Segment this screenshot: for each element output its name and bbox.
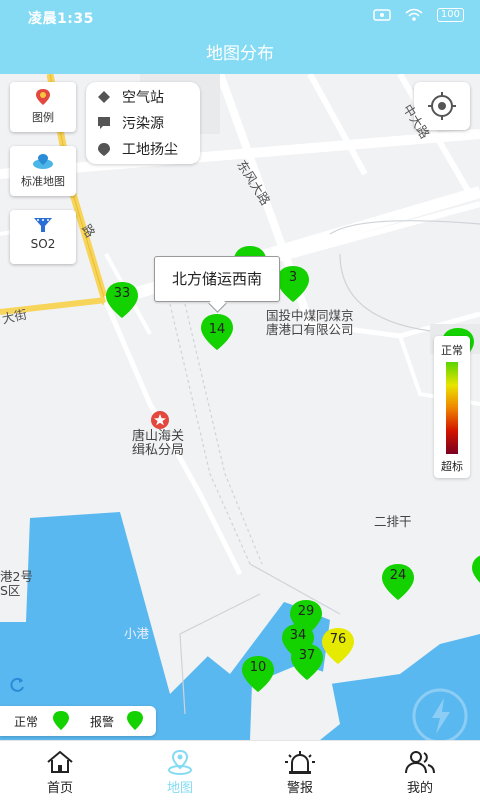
- speech-bubble-icon: [98, 117, 110, 129]
- bottom-tab-bar: 首页 地图 警报 我的: [0, 740, 480, 801]
- place-label: 二排干: [374, 514, 412, 529]
- legend-toggle-button[interactable]: 图例: [10, 82, 76, 132]
- scale-gradient: [446, 362, 458, 454]
- map-pin-icon: [168, 749, 192, 775]
- refresh-icon[interactable]: [8, 676, 26, 698]
- alarm-label: 报警: [90, 715, 115, 729]
- tab-label: 我的: [406, 781, 433, 796]
- wifi-icon: [405, 8, 423, 21]
- tab-label: 地图: [166, 781, 193, 796]
- page-title: 地图分布: [0, 34, 480, 74]
- station-marker[interactable]: [470, 552, 480, 592]
- station-marker[interactable]: 3: [275, 264, 311, 304]
- tab-label: 警报: [286, 781, 313, 796]
- home-icon: [47, 750, 73, 773]
- scale-top-label: 正常: [441, 344, 463, 357]
- map-layer-icon: [33, 154, 53, 169]
- status-icons: 100: [373, 8, 464, 22]
- aqi-scale: 正常 超标: [434, 336, 470, 478]
- tab-label: 首页: [46, 781, 73, 796]
- status-bar: 凌晨1:35 100: [0, 0, 480, 34]
- users-icon: [405, 751, 435, 774]
- pollutant-label: SO2: [30, 237, 56, 251]
- normal-marker-icon: [53, 711, 69, 730]
- legend-row-pollution-source: 污染源: [86, 110, 200, 136]
- legend-label: 空气站: [122, 90, 164, 106]
- legend-row-air-station: 空气站: [86, 84, 200, 110]
- lightning-watermark-icon: [410, 686, 470, 740]
- station-marker[interactable]: 33: [104, 280, 140, 320]
- map-legend: 空气站 污染源 工地扬尘: [86, 82, 200, 164]
- tab-alarm[interactable]: 警报: [240, 741, 360, 801]
- station-marker[interactable]: 14: [199, 312, 235, 352]
- station-callout[interactable]: 北方储运西南: [154, 256, 280, 302]
- map-type-label: 标准地图: [21, 175, 65, 188]
- scale-bottom-label: 超标: [441, 460, 463, 473]
- station-marker[interactable]: 37: [289, 642, 325, 682]
- normal-label: 正常: [14, 715, 39, 729]
- map-type-button[interactable]: 标准地图: [10, 146, 76, 196]
- place-label: 港2号 S区: [0, 569, 33, 598]
- tab-map[interactable]: 地图: [120, 741, 240, 801]
- drop-pin-icon: [98, 142, 110, 156]
- pollutant-filter-icon: [34, 218, 52, 232]
- battery-icon: 100: [436, 8, 464, 22]
- status-time: 凌晨1:35: [28, 11, 94, 27]
- legend-pin-icon: [36, 89, 50, 105]
- station-marker[interactable]: 10: [240, 654, 276, 694]
- place-label: 小港: [124, 626, 150, 641]
- alarm-marker-icon: [127, 711, 143, 730]
- hd-icon: [373, 9, 391, 21]
- station-marker[interactable]: 76: [320, 626, 356, 666]
- pollutant-button[interactable]: SO2: [10, 210, 76, 264]
- tab-mine[interactable]: 我的: [360, 741, 480, 801]
- company-label: 国投中煤同煤京 唐港口有限公司: [266, 308, 354, 337]
- map-view[interactable]: 图例 标准地图 SO2 空气站 污染源 工地扬尘 东风大路 中大路 大街 路 国…: [0, 74, 480, 740]
- legend-row-construction-dust: 工地扬尘: [86, 136, 200, 162]
- legend-label: 工地扬尘: [122, 142, 178, 158]
- station-marker[interactable]: 24: [380, 562, 416, 602]
- legend-label: 污染源: [122, 116, 164, 132]
- status-legend: 正常 报警: [0, 706, 156, 736]
- legend-toggle-label: 图例: [32, 111, 54, 124]
- alarm-light-icon: [285, 751, 315, 774]
- tab-home[interactable]: 首页: [0, 741, 120, 801]
- customs-label: 唐山海关 缉私分局: [132, 429, 185, 458]
- diamond-icon: [98, 91, 110, 103]
